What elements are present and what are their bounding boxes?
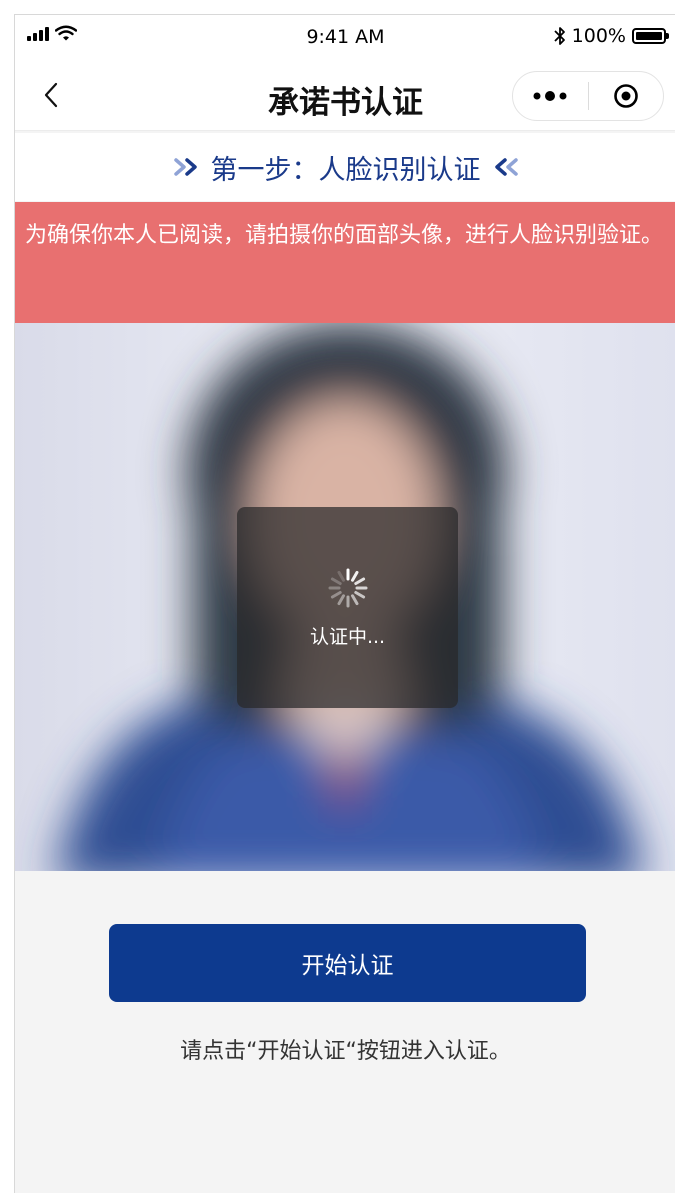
phone-screen: 9:41 AM 100% 承诺书认证 第一步：人脸识别认证 为确保你本人已阅读，…: [14, 14, 675, 1193]
status-bar: 9:41 AM 100%: [15, 15, 675, 59]
more-button[interactable]: [513, 72, 588, 120]
loading-toast: 认证中...: [237, 507, 458, 708]
step-header: 第一步：人脸识别认证: [15, 133, 675, 201]
more-dots-icon: [533, 91, 567, 101]
double-chevron-right-icon: [173, 158, 197, 176]
notice-banner: 为确保你本人已阅读，请拍摄你的面部头像，进行人脸识别验证。: [15, 202, 675, 323]
battery-icon: [632, 28, 669, 44]
nav-bar: 承诺书认证: [15, 59, 675, 131]
mini-program-capsule: [512, 71, 664, 121]
loading-text: 认证中...: [309, 626, 386, 648]
start-verification-button[interactable]: 开始认证: [109, 924, 586, 1002]
double-chevron-left-icon: [494, 158, 518, 176]
record-circle-icon: [613, 84, 638, 108]
bluetooth-icon: [554, 27, 565, 45]
step-label: 第一步：人脸识别认证: [210, 154, 481, 186]
spinner-icon: [328, 568, 367, 608]
hint-text: 请点击“开始认证“按钮进入认证。: [180, 1039, 511, 1064]
battery-percent: 100%: [571, 25, 626, 47]
close-button[interactable]: [589, 72, 664, 120]
status-right: 100%: [554, 25, 669, 47]
